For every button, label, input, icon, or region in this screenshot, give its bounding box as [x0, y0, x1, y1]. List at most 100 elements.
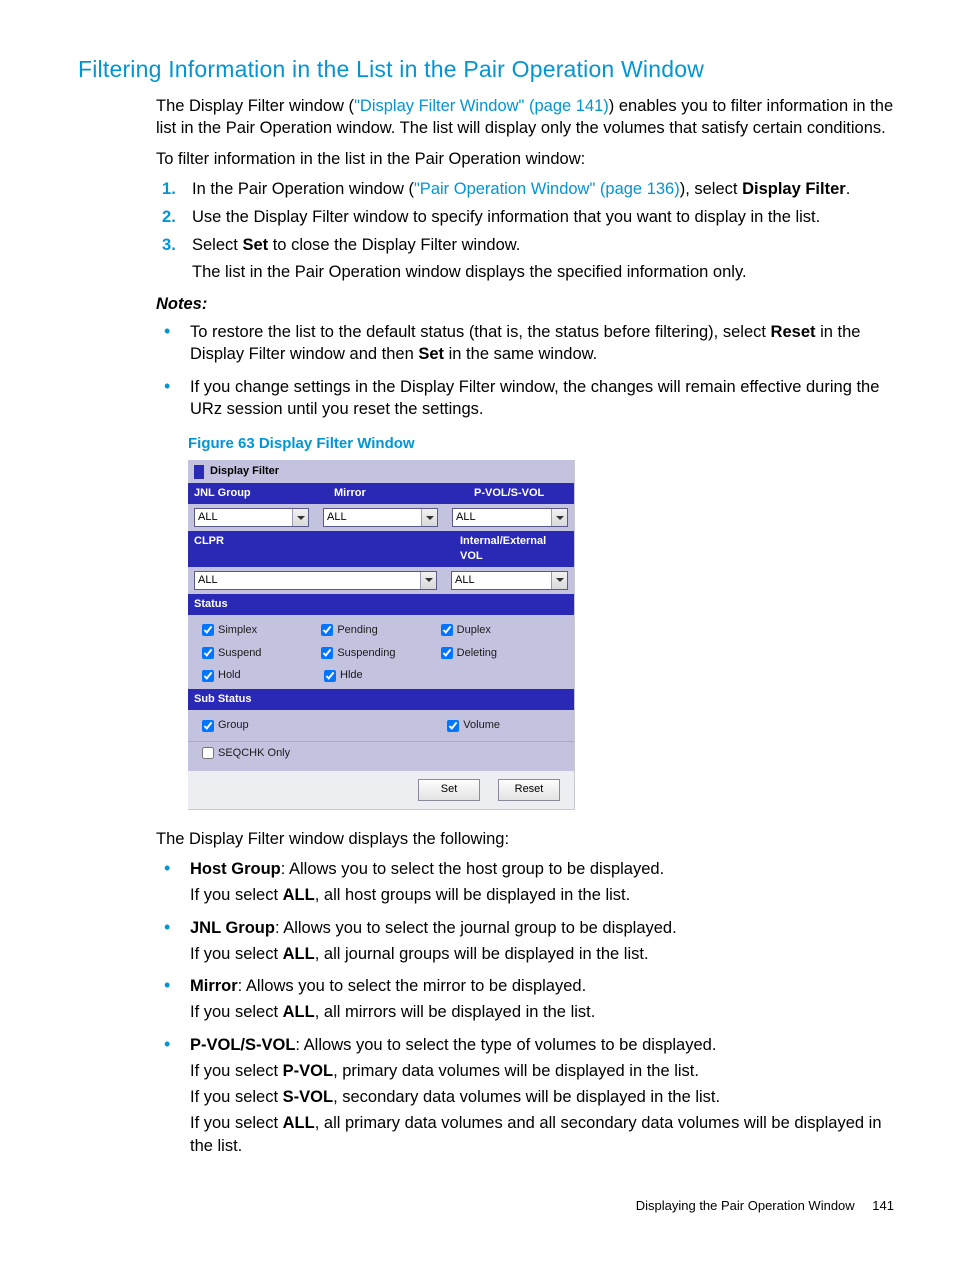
seqchk-only-checkbox[interactable]: SEQCHK Only: [202, 746, 560, 761]
term: Mirror: [190, 977, 238, 995]
mirror-select[interactable]: ALL: [323, 508, 438, 527]
chevron-down-icon: [292, 509, 308, 526]
jnl-group-header: JNL Group: [188, 483, 328, 504]
suspending-checkbox[interactable]: Suspending: [321, 646, 440, 661]
sub-text: If you select ALL, all host groups will …: [190, 884, 902, 906]
reset-button[interactable]: Reset: [498, 779, 560, 801]
display-filter-window-link[interactable]: "Display Filter Window" (page 141): [354, 97, 609, 115]
term: P-VOL/S-VOL: [190, 1036, 295, 1054]
footer-text: Displaying the Pair Operation Window: [636, 1198, 855, 1213]
sub-text: If you select ALL, all mirrors will be d…: [190, 1001, 902, 1023]
text: To restore the list to the default statu…: [190, 323, 771, 341]
term: Host Group: [190, 860, 281, 878]
internal-external-select[interactable]: ALL: [451, 571, 568, 590]
select-value: ALL: [198, 510, 218, 525]
sub-text: If you select P-VOL, primary data volume…: [190, 1060, 902, 1082]
clpr-header: CLPR: [188, 531, 454, 567]
chevron-down-icon: [551, 509, 567, 526]
term: JNL Group: [190, 919, 275, 937]
text: If you select: [190, 1088, 283, 1106]
internal-external-header: Internal/External VOL: [454, 531, 574, 567]
chevron-down-icon: [420, 572, 436, 589]
text: , secondary data volumes will be display…: [333, 1088, 720, 1106]
checkbox-label: Suspend: [218, 646, 261, 661]
duplex-checkbox[interactable]: Duplex: [441, 623, 560, 638]
pair-operation-window-link[interactable]: "Pair Operation Window" (page 136): [414, 180, 680, 198]
text: , all journal groups will be displayed i…: [315, 945, 649, 963]
dialog-title-text: Display Filter: [210, 464, 279, 479]
note-2: If you change settings in the Display Fi…: [186, 376, 902, 421]
steps-list: In the Pair Operation window ("Pair Oper…: [156, 178, 902, 283]
status-header: Status: [188, 594, 574, 615]
description-list: Host Group: Allows you to select the hos…: [156, 858, 902, 1157]
pending-checkbox[interactable]: Pending: [321, 623, 440, 638]
text: .: [846, 180, 851, 198]
group-checkbox[interactable]: Group: [202, 718, 249, 733]
text-bold: ALL: [283, 945, 315, 963]
deleting-checkbox[interactable]: Deleting: [441, 646, 560, 661]
desc-mirror: Mirror: Allows you to select the mirror …: [186, 975, 902, 1024]
notes-list: To restore the list to the default statu…: [156, 321, 902, 420]
select-value: ALL: [456, 510, 476, 525]
text: : Allows you to select the host group to…: [281, 860, 664, 878]
jnl-group-select[interactable]: ALL: [194, 508, 309, 527]
select-value: ALL: [327, 510, 347, 525]
text: , primary data volumes will be displayed…: [333, 1062, 699, 1080]
checkbox-label: Deleting: [457, 646, 497, 661]
checkbox-label: Volume: [463, 718, 500, 733]
hlde-checkbox[interactable]: Hlde: [324, 668, 446, 683]
checkbox-label: Hlde: [340, 668, 363, 683]
set-button[interactable]: Set: [418, 779, 480, 801]
volume-checkbox[interactable]: Volume: [447, 718, 500, 733]
display-filter-dialog: Display Filter JNL Group Mirror P-VOL/S-…: [188, 460, 575, 809]
text: to close the Display Filter window.: [268, 236, 520, 254]
checkbox-label: Hold: [218, 668, 241, 683]
text-bold: Set: [418, 345, 444, 363]
page-footer: Displaying the Pair Operation Window 141: [78, 1197, 902, 1215]
chevron-down-icon: [551, 572, 567, 589]
checkbox-label: Simplex: [218, 623, 257, 638]
text-bold: ALL: [283, 1114, 315, 1132]
text-bold: S-VOL: [283, 1088, 333, 1106]
sub-text: If you select S-VOL, secondary data volu…: [190, 1086, 902, 1108]
simplex-checkbox[interactable]: Simplex: [202, 623, 321, 638]
sub-text: If you select ALL, all journal groups wi…: [190, 943, 902, 965]
pvol-svol-select[interactable]: ALL: [452, 508, 568, 527]
step-1: In the Pair Operation window ("Pair Oper…: [188, 178, 902, 200]
text: In the Pair Operation window (: [192, 180, 414, 198]
page-number: 141: [872, 1198, 894, 1213]
text: : Allows you to select the journal group…: [275, 919, 677, 937]
suspend-checkbox[interactable]: Suspend: [202, 646, 321, 661]
text: If you select: [190, 886, 283, 904]
text: , all mirrors will be displayed in the l…: [315, 1003, 596, 1021]
notes-heading: Notes:: [156, 293, 902, 315]
text-bold: ALL: [283, 886, 315, 904]
text: Select: [192, 236, 242, 254]
checkbox-label: Pending: [337, 623, 377, 638]
step-2: Use the Display Filter window to specify…: [188, 206, 902, 228]
mirror-header: Mirror: [328, 483, 468, 504]
sub-status-header: Sub Status: [188, 689, 574, 710]
text: The Display Filter window (: [156, 97, 354, 115]
sub-text: If you select ALL, all primary data volu…: [190, 1112, 902, 1157]
text-bold: Set: [242, 236, 268, 254]
checkbox-label: Duplex: [457, 623, 491, 638]
step-3: Select Set to close the Display Filter w…: [188, 234, 902, 283]
select-value: ALL: [198, 573, 218, 588]
text: in the same window.: [444, 345, 597, 363]
checkbox-label: Group: [218, 718, 249, 733]
desc-jnl-group: JNL Group: Allows you to select the jour…: [186, 917, 902, 966]
figure-caption: Figure 63 Display Filter Window: [188, 434, 902, 454]
note-1: To restore the list to the default statu…: [186, 321, 902, 366]
dialog-titlebar: Display Filter: [188, 460, 574, 483]
clpr-select[interactable]: ALL: [194, 571, 437, 590]
text: If you select: [190, 1062, 283, 1080]
text: If you select: [190, 1003, 283, 1021]
text: : Allows you to select the mirror to be …: [238, 977, 587, 995]
chevron-down-icon: [421, 509, 437, 526]
text: If you select: [190, 1114, 283, 1132]
hold-checkbox[interactable]: Hold: [202, 668, 324, 683]
text: , all host groups will be displayed in t…: [315, 886, 631, 904]
intro-paragraph-1: The Display Filter window ("Display Filt…: [156, 95, 902, 140]
desc-pvol-svol: P-VOL/S-VOL: Allows you to select the ty…: [186, 1034, 902, 1157]
